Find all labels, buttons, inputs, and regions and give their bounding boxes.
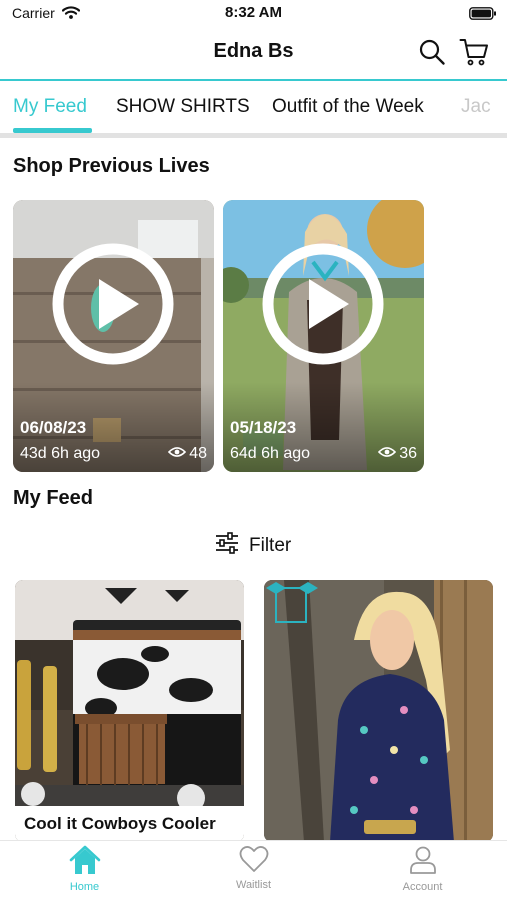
view-count: 48 xyxy=(189,445,207,462)
previous-live-card[interactable]: 05/18/23 64d 6h ago 36 xyxy=(223,200,424,472)
product-card[interactable]: Cool it Cowboys Cooler xyxy=(15,580,244,842)
filter-label: Filter xyxy=(249,535,292,556)
eye-icon xyxy=(378,445,397,463)
tab-waitlist[interactable]: Waitlist xyxy=(169,845,338,891)
home-icon xyxy=(69,845,101,879)
tab-outfit-of-the-week[interactable]: Outfit of the Week xyxy=(272,96,424,118)
tabs-divider xyxy=(0,133,507,138)
bottom-tab-bar: Home Waitlist Account xyxy=(0,840,507,900)
live-age: 64d 6h ago xyxy=(230,445,311,462)
cart-icon[interactable] xyxy=(459,37,489,72)
status-time: 8:32 AM xyxy=(225,4,282,21)
live-date: 06/08/23 xyxy=(20,418,87,437)
play-icon[interactable] xyxy=(261,242,385,371)
eye-icon xyxy=(168,445,187,463)
tab-jackets-partial[interactable]: Jac xyxy=(461,96,491,118)
tab-show-shirts[interactable]: SHOW SHIRTS xyxy=(116,96,250,118)
search-icon[interactable] xyxy=(418,38,446,71)
person-icon xyxy=(408,846,438,879)
heart-icon xyxy=(239,846,269,877)
navigation-bar: Edna Bs xyxy=(0,28,507,78)
play-icon[interactable] xyxy=(51,242,175,371)
product-name: Cool it Cowboys Cooler xyxy=(15,806,244,842)
sliders-icon xyxy=(215,532,239,560)
status-bar: Carrier 8:32 AM xyxy=(0,0,507,26)
product-image xyxy=(264,580,493,842)
live-views: 48 xyxy=(168,445,207,463)
tab-account-label: Account xyxy=(402,881,443,893)
previous-live-card[interactable]: 06/08/23 43d 6h ago 48 xyxy=(13,200,214,472)
previous-lives-heading: Shop Previous Lives xyxy=(13,155,210,177)
live-views: 36 xyxy=(378,445,417,463)
my-feed-heading: My Feed xyxy=(13,487,94,509)
tab-waitlist-label: Waitlist xyxy=(235,879,272,891)
tab-home[interactable]: Home xyxy=(0,845,169,893)
tab-home-label: Home xyxy=(69,881,100,893)
tab-account[interactable]: Account xyxy=(338,845,507,893)
battery-icon xyxy=(469,7,497,25)
filter-button[interactable]: Filter xyxy=(215,532,292,560)
product-card[interactable] xyxy=(264,580,493,842)
tab-my-feed[interactable]: My Feed xyxy=(13,96,87,118)
category-tabs: My Feed SHOW SHIRTS Outfit of the Week J… xyxy=(0,79,507,138)
product-image xyxy=(15,580,244,842)
view-count: 36 xyxy=(399,445,417,462)
live-age: 43d 6h ago xyxy=(20,445,101,462)
live-date: 05/18/23 xyxy=(230,418,297,437)
